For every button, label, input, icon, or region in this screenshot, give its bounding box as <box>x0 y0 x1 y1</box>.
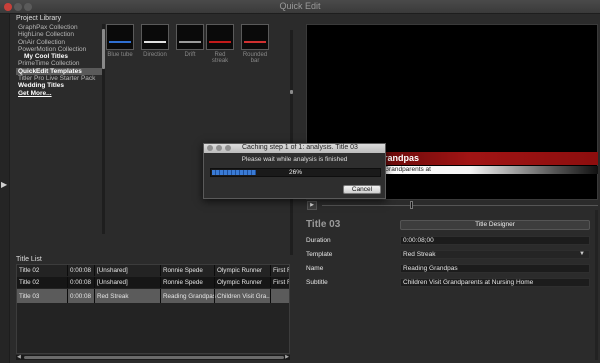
table-cell-c4: Reading Grandpas <box>163 293 216 300</box>
dialog-close-button[interactable] <box>207 145 213 151</box>
field-value: 0:00:08;00 <box>403 237 434 244</box>
chevron-down-icon: ▼ <box>579 251 585 257</box>
table-row[interactable]: Title 02 0:00:08 [Unshared] Ronnie Spede Oly… <box>17 265 290 276</box>
table-cell-template: [Unshared] <box>97 279 128 286</box>
project-library-item[interactable]: GraphPax Collection <box>16 24 102 31</box>
template-select[interactable]: Red Streak ▼ <box>400 250 590 259</box>
project-library-item[interactable]: QuickEdit Templates <box>16 67 102 76</box>
table-cell-c5: Children Visit Gra... <box>217 293 272 300</box>
scroll-right-icon[interactable]: ▶ <box>285 354 289 360</box>
field-label: Template <box>306 251 333 258</box>
template-thumbnail[interactable]: Direction <box>141 24 169 58</box>
table-row[interactable]: Title 02 0:00:08 [Unshared] Ronnie Spede Oly… <box>17 277 290 288</box>
dialog-zoom-button[interactable] <box>225 145 231 151</box>
scroll-left-icon[interactable]: ◀ <box>17 354 21 360</box>
preview-title-text: randpas <box>384 153 420 163</box>
template-preview-image <box>241 24 269 50</box>
preview-subtitle-bar: Grandparents at <box>384 166 598 174</box>
progress-percent-label: 26% <box>288 169 302 176</box>
title-list-table: Title 02 0:00:08 [Unshared] Ronnie Spede Oly… <box>16 264 290 354</box>
title-list-label: Title List <box>16 256 42 263</box>
caching-dialog: Caching step 1 of 1: analysis. Title 03 … <box>203 143 386 199</box>
template-preview-image <box>141 24 169 50</box>
template-preview-image <box>176 24 204 50</box>
table-cell-template: [Unshared] <box>97 267 128 274</box>
table-cell-name: Title 02 <box>19 279 40 286</box>
field-input[interactable]: Children Visit Grandparents at Nursing H… <box>400 278 590 287</box>
project-library-title: Project Library <box>16 15 62 22</box>
project-library-scrollbar[interactable] <box>102 24 105 234</box>
template-thumbnail[interactable]: Drift <box>176 24 204 58</box>
project-library-item[interactable]: PowerMotion Collection <box>16 46 102 53</box>
title-list-hscrollbar[interactable]: ◀ ▶ <box>16 354 290 360</box>
table-cell-template: Red Streak <box>97 293 129 300</box>
table-cell-c5: Olympic Runner <box>217 279 263 286</box>
project-library-item[interactable]: OnAir Collection <box>16 39 102 46</box>
preview-title-bar: randpas <box>384 152 598 165</box>
dialog-titlebar: Caching step 1 of 1: analysis. Title 03 <box>204 144 385 153</box>
table-cell-duration: 0:00:08 <box>70 293 92 300</box>
preview-subtitle-text: Grandparents at <box>384 166 431 173</box>
timeline-scrubber[interactable] <box>322 205 598 206</box>
table-cell-c6: First F <box>273 279 290 286</box>
table-cell-c4: Ronnie Spede <box>163 267 203 274</box>
template-thumbnail[interactable]: Rounded bar <box>241 24 269 64</box>
template-thumbnail[interactable]: Red streak <box>206 24 234 64</box>
dialog-message: Please wait while analysis is finished <box>241 156 348 163</box>
table-row[interactable]: Title 03 0:00:08 Red Streak Reading Grandpa… <box>17 289 289 303</box>
table-cell-duration: 0:00:08 <box>70 279 92 286</box>
project-library-item[interactable]: Wedding Titles <box>16 82 102 89</box>
template-preview-image <box>106 24 134 50</box>
table-cell-c4: Ronnie Spede <box>163 279 203 286</box>
template-preview-image <box>206 24 234 50</box>
title-designer-button[interactable]: Title Designer <box>400 220 590 230</box>
window-title: Quick Edit <box>279 1 321 11</box>
table-cell-duration: 0:00:08 <box>70 267 92 274</box>
project-library-item[interactable]: PrimeTime Collection <box>16 60 102 67</box>
inspector-scrollbar[interactable] <box>595 210 598 360</box>
cancel-button[interactable]: Cancel <box>343 185 381 194</box>
template-label: Rounded bar <box>242 52 268 64</box>
field-label: Subtitle <box>306 279 328 286</box>
dialog-title: Caching step 1 of 1: analysis. Title 03 <box>242 144 358 151</box>
playhead-handle[interactable] <box>410 201 413 209</box>
field-label: Name <box>306 265 324 272</box>
dialog-minimize-button[interactable] <box>216 145 222 151</box>
field-value: Children Visit Grandparents at Nursing H… <box>403 279 534 286</box>
template-label: Direction <box>143 52 167 58</box>
template-label: Red streak <box>211 52 229 64</box>
project-library-item[interactable]: My Cool Titles <box>16 53 102 60</box>
project-library-list: GraphPax Collection HighLine Collection On… <box>16 24 102 234</box>
analysis-progress-bar: 26% <box>210 168 381 177</box>
project-library-item[interactable]: Get More... <box>16 90 102 97</box>
template-label: Blue tube <box>107 52 133 58</box>
table-cell-name: Title 02 <box>19 267 40 274</box>
table-cell-c5: Olympic Runner <box>217 267 263 274</box>
field-input[interactable]: Reading Grandpas <box>400 264 590 273</box>
field-label: Duration <box>306 237 331 244</box>
field-input[interactable]: 0:00:08;00 <box>400 236 590 245</box>
field-value: Red Streak <box>403 251 436 258</box>
project-library-item[interactable]: Titler Pro Live Starter Pack <box>16 75 102 82</box>
play-button[interactable]: ▶ <box>307 201 317 210</box>
table-cell-name: Title 03 <box>19 293 40 300</box>
inspector-title: Title 03 <box>306 219 341 230</box>
project-library-item[interactable]: HighLine Collection <box>16 31 102 38</box>
template-label: Drift <box>184 52 196 58</box>
template-thumbnail[interactable]: Blue tube <box>106 24 134 58</box>
table-cell-c6: First F <box>273 267 290 274</box>
expand-panel-arrow-icon[interactable]: ▶ <box>1 180 7 189</box>
field-value: Reading Grandpas <box>403 265 458 272</box>
window-titlebar: Quick Edit <box>0 0 600 14</box>
